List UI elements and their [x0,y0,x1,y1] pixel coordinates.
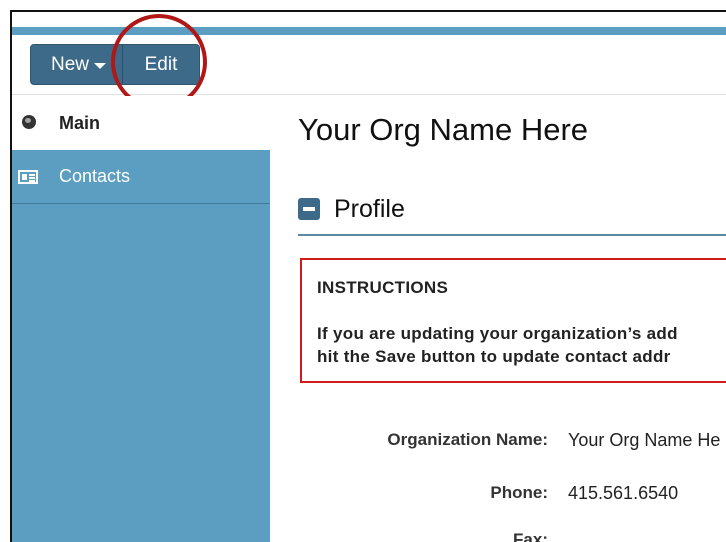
organization-name-label: Organization Name: [387,430,548,449]
phone-label: Phone: [490,483,548,502]
top-accent-bar [12,27,726,35]
edit-button-label: Edit [144,53,178,75]
edit-button[interactable]: Edit [123,45,199,84]
instructions-box: INSTRUCTIONS If you are updating your or… [300,258,726,383]
fax-label: Fax: [513,530,548,542]
profile-section-header: Profile [298,193,405,225]
organization-name-value: Your Org Name He [568,430,721,450]
sidebar-item-label: Main [59,112,101,133]
sidebar-item-label: Contacts [59,166,131,186]
instructions-title: INSTRUCTIONS [317,278,449,297]
new-button-label: New [50,53,89,75]
toolbar: New Edit [12,35,726,95]
instructions-text-line: hit the Save button to update contact ad… [317,347,671,366]
globe-icon [22,115,36,129]
collapse-icon[interactable] [298,198,320,220]
sidebar-item-main[interactable]: Main [12,96,270,150]
window-border-top [10,10,726,12]
section-title: Profile [334,194,405,223]
instructions-text-line: If you are updating your organization’s … [317,324,678,343]
screenshot-frame: New Edit Main Contacts Your Org Name Her… [0,0,726,542]
main-content: Your Org Name Here Profile INSTRUCTIONS … [270,96,726,542]
phone-value: 415.561.6540 [568,483,679,503]
contact-card-icon [18,169,38,184]
section-divider [298,234,726,236]
caret-down-icon [94,62,106,69]
new-dropdown-button[interactable]: New [31,45,123,84]
sidebar: Main Contacts [12,96,270,542]
sidebar-item-contacts[interactable]: Contacts [12,150,270,204]
action-button-group: New Edit [30,44,200,85]
cropped-document-text [0,0,726,10]
page-title: Your Org Name Here [298,112,589,147]
